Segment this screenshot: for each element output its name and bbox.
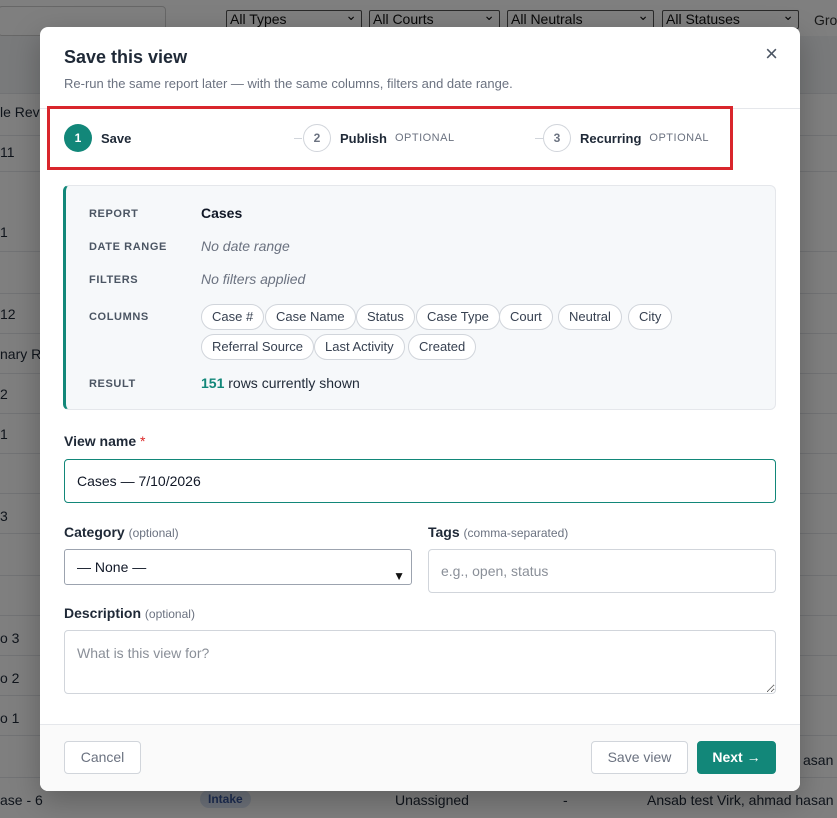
description-textarea[interactable] [64,630,776,694]
date-range-value: No date range [201,238,290,254]
next-button[interactable]: Next → [697,741,776,774]
tags-label-text: Tags [428,524,460,540]
dialog-footer: Cancel Save view Next → [40,724,800,791]
cancel-button[interactable]: Cancel [64,741,141,774]
step-connector [294,138,302,139]
columns-key: COLUMNS [89,311,149,323]
view-name-label-text: View name [64,433,137,449]
category-hint: (optional) [128,526,179,540]
step-label: Publish [340,130,387,146]
category-label: Category (optional) [64,524,179,540]
category-selected-value: — None — [77,559,147,575]
column-chip: Last Activity [314,334,405,360]
result-key: RESULT [89,378,136,390]
step-connector [535,138,543,139]
step-label: Save [101,130,132,146]
result-value: 151 rows currently shown [201,375,360,391]
required-mark: * [140,433,146,449]
step-save[interactable]: 1 Save [64,123,131,153]
view-name-label: View name * [64,433,145,449]
column-chip: City [628,304,673,330]
close-icon[interactable]: × [765,43,778,65]
column-chip: Status [356,304,415,330]
tags-input[interactable] [428,549,776,593]
dialog-header: Save this view Re-run the same report la… [40,27,800,109]
report-key: REPORT [89,208,139,220]
result-suffix: rows currently shown [228,375,360,391]
column-chip: Case Type [416,304,500,330]
column-chip: Case # [201,304,265,330]
dialog-title: Save this view [64,47,188,67]
step-optional-tag: OPTIONAL [394,132,455,144]
tags-hint: (comma-separated) [463,526,569,540]
column-chip: Created [408,334,477,360]
report-value: Cases [201,205,243,221]
filters-key: FILTERS [89,274,139,286]
column-chip: Neutral [558,304,622,330]
chevron-down-icon: ▼ [393,569,405,583]
description-hint: (optional) [144,607,195,621]
dialog-subtitle: Re-run the same report later — with the … [64,76,513,91]
description-label-text: Description [64,605,142,621]
save-view-dialog: Save this view Re-run the same report la… [40,27,800,791]
description-label: Description (optional) [64,605,195,621]
step-publish[interactable]: 2 Publish OPTIONAL [303,123,455,153]
column-chip: Referral Source [201,334,315,360]
step-number: 3 [543,124,571,152]
result-count: 151 [201,375,225,391]
view-name-input[interactable] [64,459,776,503]
filters-value: No filters applied [201,271,306,287]
category-label-text: Category [64,524,125,540]
step-label: Recurring [580,130,642,146]
tags-label: Tags (comma-separated) [428,524,568,540]
category-select[interactable]: — None — ▼ [64,549,412,585]
step-number: 2 [303,124,331,152]
step-number: 1 [64,124,92,152]
column-chip: Court [499,304,553,330]
step-optional-tag: OPTIONAL [649,132,710,144]
save-view-button[interactable]: Save view [591,741,688,774]
date-range-key: DATE RANGE [89,241,167,253]
column-chip: Case Name [265,304,356,330]
step-recurring[interactable]: 3 Recurring OPTIONAL [543,123,709,153]
report-summary-card: REPORT Cases DATE RANGE No date range FI… [63,185,776,410]
